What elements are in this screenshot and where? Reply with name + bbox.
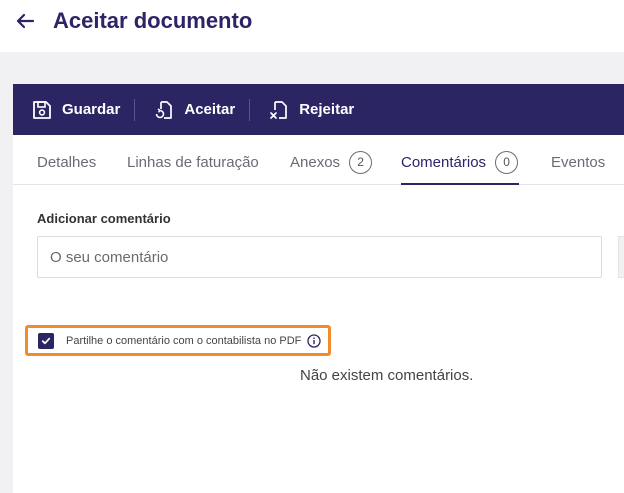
top-bar: Aceitar documento — [0, 0, 624, 52]
tab-detalhes[interactable]: Detalhes — [37, 151, 96, 173]
tab-label: Anexos — [290, 153, 341, 171]
tab-label: Comentários — [401, 153, 487, 171]
tab-count-badge: 0 — [495, 150, 519, 174]
tab-bar: Detalhes Linhas de faturação Anexos 2 Co… — [13, 135, 624, 185]
tab-anexos[interactable]: Anexos 2 — [290, 150, 373, 174]
active-tab-indicator — [401, 183, 519, 185]
save-button[interactable]: Guardar — [13, 84, 134, 135]
arrow-left-icon[interactable] — [14, 10, 36, 32]
tab-linhas-de-faturacao[interactable]: Linhas de faturação — [127, 151, 259, 173]
accept-button[interactable]: Aceitar — [135, 84, 249, 135]
page-background-left — [0, 84, 13, 493]
page-background-band — [0, 52, 624, 84]
share-checkbox-label: Partilhe o comentário com o contabilista… — [66, 334, 302, 347]
accept-document-icon — [156, 100, 173, 119]
reject-button[interactable]: Rejeitar — [250, 84, 368, 135]
tab-eventos[interactable]: Eventos — [551, 151, 605, 173]
share-checkbox[interactable] — [38, 332, 54, 349]
add-comment-label: Adicionar comentário — [37, 211, 171, 226]
info-icon[interactable] — [307, 333, 322, 348]
tab-comentarios[interactable]: Comentários 0 — [401, 150, 519, 174]
empty-comments-message: Não existem comentários. — [300, 367, 474, 384]
side-button-stub[interactable] — [618, 236, 624, 278]
action-toolbar: Guardar Aceitar Rejeitar — [13, 84, 624, 135]
accept-button-label: Aceitar — [184, 101, 236, 118]
save-button-label: Guardar — [62, 101, 121, 118]
page-title: Aceitar documento — [53, 8, 253, 33]
comment-input[interactable] — [37, 236, 602, 278]
tab-label: Linhas de faturação — [127, 153, 259, 171]
share-with-accountant-option: Partilhe o comentário com o contabilista… — [25, 325, 331, 356]
reject-button-label: Rejeitar — [299, 101, 355, 118]
tab-label: Detalhes — [37, 153, 97, 171]
tab-count-badge: 2 — [349, 150, 373, 174]
tab-label: Eventos — [551, 153, 606, 171]
reject-document-icon — [270, 100, 288, 119]
checkmark-icon — [41, 337, 51, 344]
save-icon — [33, 100, 51, 119]
